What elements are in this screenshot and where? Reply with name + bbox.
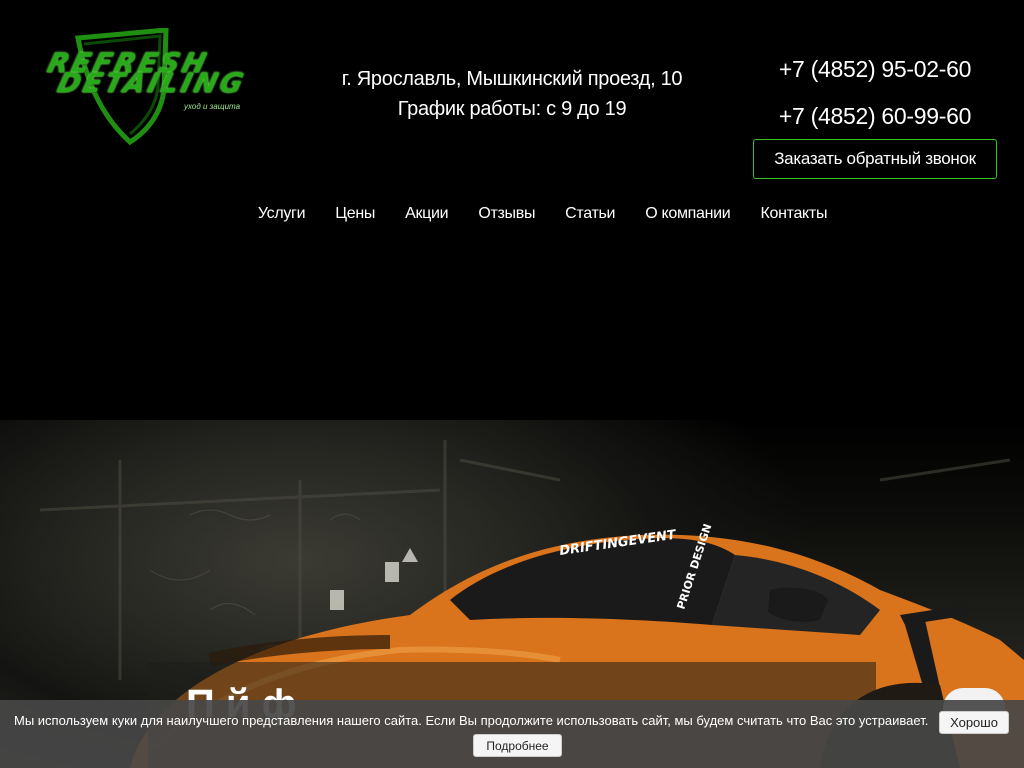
phone-list: +7 (4852) 95-02-60 +7 (4852) 60-99-60 xyxy=(770,46,980,140)
address-street: г. Ярославль, Мышкинский проезд, 10 xyxy=(341,68,683,90)
address-block: г. Ярославль, Мышкинский проезд, 10 Граф… xyxy=(312,64,712,124)
working-hours: График работы: с 9 до 19 xyxy=(397,98,627,120)
nav-item-promotions[interactable]: Акции xyxy=(390,200,463,228)
nav-item-reviews[interactable]: Отзывы xyxy=(463,200,550,228)
nav-item-articles[interactable]: Статьи xyxy=(550,200,630,228)
warning-sign xyxy=(402,548,418,562)
nav-item-about[interactable]: О компании xyxy=(630,200,745,228)
phone-link-2[interactable]: +7 (4852) 60-99-60 xyxy=(770,93,980,140)
nav-item-services[interactable]: Услуги xyxy=(243,200,320,228)
page: DRIFTINGEVENT PRIOR DESIGN REFRESH DETAI… xyxy=(0,0,1024,768)
phone-link-1[interactable]: +7 (4852) 95-02-60 xyxy=(770,46,980,93)
cookie-message: Мы используем куки для наилучшего предст… xyxy=(14,713,929,728)
warning-sign xyxy=(330,590,344,610)
logo-word-detailing: DETAILING xyxy=(54,68,250,99)
warning-sign xyxy=(385,562,399,582)
nav-item-contacts[interactable]: Контакты xyxy=(745,200,842,228)
main-nav: Услуги Цены Акции Отзывы Статьи О компан… xyxy=(0,200,1024,228)
nav-item-prices[interactable]: Цены xyxy=(320,200,390,228)
cookie-more-button[interactable]: Подробнее xyxy=(473,734,562,757)
logo-tagline: уход и защита xyxy=(184,102,241,111)
site-logo[interactable]: REFRESH DETAILING уход и защита xyxy=(38,28,262,146)
cookie-banner: Мы используем куки для наилучшего предст… xyxy=(0,700,1024,768)
cookie-accept-button[interactable]: Хорошо xyxy=(939,711,1009,734)
callback-button[interactable]: Заказать обратный звонок xyxy=(753,139,997,179)
